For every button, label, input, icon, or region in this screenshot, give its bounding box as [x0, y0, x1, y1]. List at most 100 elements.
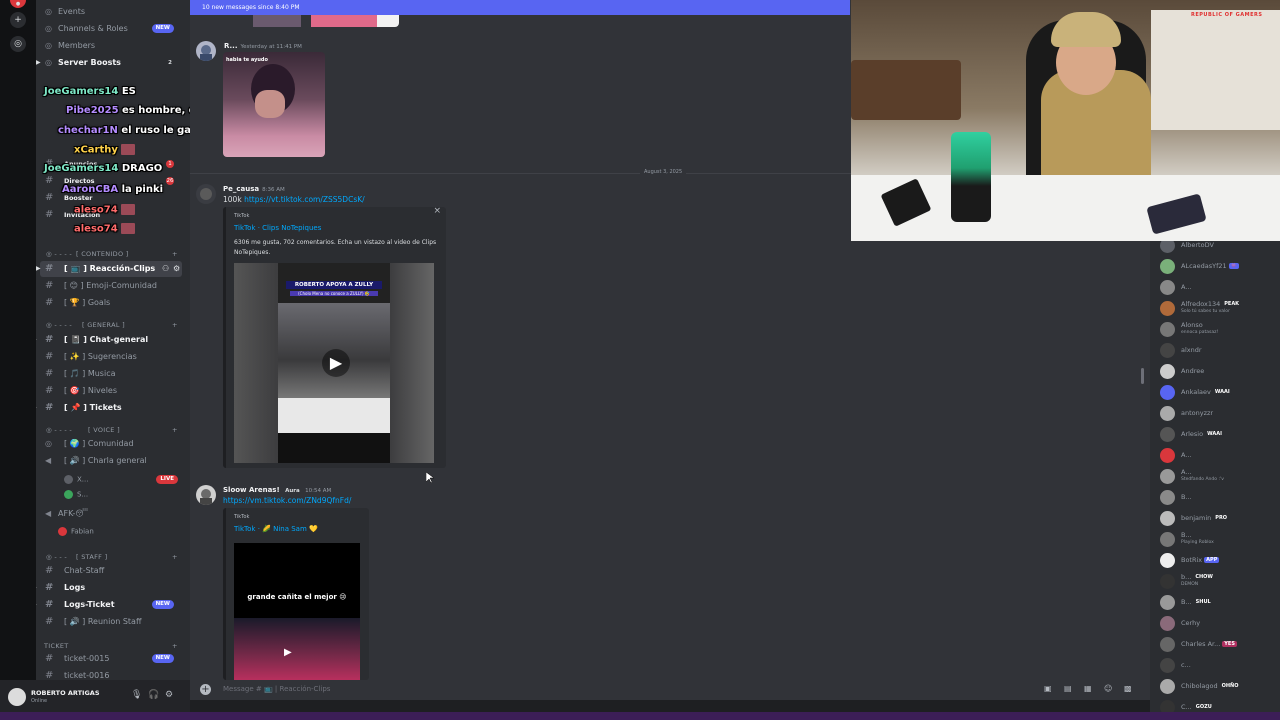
member-name: alxndr — [1181, 346, 1202, 354]
gif-icon[interactable]: ▤ — [1064, 684, 1072, 693]
member-item[interactable]: A... Stedfando Ando :'v — [1160, 466, 1280, 486]
overlay-chat-user: xCarthy — [74, 144, 118, 156]
author-avatar[interactable] — [196, 485, 216, 505]
message-link[interactable]: https://vm.tiktok.com/ZNd9QfnFd/ — [223, 496, 351, 505]
member-item[interactable]: Chibolagod OHÑO — [1160, 676, 1280, 696]
voice-user-afk[interactable]: Fabian — [58, 527, 94, 536]
scrollbar[interactable] — [1141, 368, 1144, 384]
member-item[interactable]: b... CHOW DEMON — [1160, 571, 1280, 591]
add-channel-icon[interactable]: + — [172, 321, 178, 329]
member-avatar — [1160, 448, 1175, 463]
member-item[interactable]: C... GOZU — [1160, 697, 1280, 712]
add-channel-icon[interactable]: + — [172, 642, 178, 650]
embed-title[interactable]: TikTok · Clips NoTepiques — [234, 224, 321, 232]
member-item[interactable]: BotRix APP — [1160, 550, 1280, 570]
channel-item[interactable]: #[ 🎯 ] Niveles — [36, 383, 186, 399]
channel-item[interactable]: # ticket-0015 NEW — [36, 651, 186, 667]
channel-item[interactable]: ▶ #[ 📺 ] Reacción-Clips ⚇ ⚙ — [36, 261, 182, 277]
message-link[interactable]: https://vt.tiktok.com/ZSS5DCsK/ — [244, 195, 365, 204]
member-item[interactable]: B... SHUL — [1160, 592, 1280, 612]
close-icon[interactable]: × — [433, 206, 441, 216]
sidebar-top-item[interactable]: ◎ Members — [36, 38, 186, 54]
avatar[interactable] — [8, 688, 26, 706]
member-item[interactable]: Charles Ar... YES — [1160, 634, 1280, 654]
member-item[interactable]: c... — [1160, 655, 1280, 675]
channel-afk[interactable]: ◀ AFK-😴 — [36, 506, 186, 522]
mic-icon[interactable]: 🎙 — [131, 690, 142, 700]
play-icon[interactable]: ▶ — [284, 647, 292, 658]
sticker-icon[interactable]: ▦ — [1084, 684, 1092, 693]
sidebar-top-item[interactable]: ▶ ◎ Server Boosts 2 — [36, 55, 186, 71]
member-item[interactable]: B... — [1160, 487, 1280, 507]
voice-user[interactable]: S... — [64, 490, 88, 499]
emoji-icon[interactable]: ☺ — [1104, 684, 1112, 693]
embed-title[interactable]: TikTok · 🌽 Nina Sam 💛 — [234, 525, 318, 533]
member-item[interactable]: benjamin PRO — [1160, 508, 1280, 528]
gift-icon[interactable]: ▣ — [1044, 684, 1052, 693]
message-input[interactable]: Message # 📺 | Reacción-Clips — [223, 685, 330, 693]
prev-image[interactable] — [253, 14, 301, 27]
add-attachment-icon[interactable]: + — [200, 684, 211, 695]
discover-icon[interactable]: ◎ — [10, 36, 26, 52]
gear-icon[interactable]: ⚙ — [173, 261, 180, 277]
add-channel-icon[interactable]: + — [172, 250, 178, 258]
channel-item[interactable]: # Chat-Staff — [36, 563, 186, 579]
overlay-chat-user: aleso74 — [74, 223, 118, 235]
sidebar-top-item[interactable]: ◎ Events — [36, 4, 186, 20]
prev-image[interactable] — [377, 14, 399, 27]
author-avatar[interactable] — [196, 41, 216, 61]
user-panel: ROBERTO ARTIGAS Online 🎙 🎧 ⚙ — [0, 680, 190, 712]
channel-item[interactable]: # ticket-0016 — [36, 668, 186, 680]
channel-item[interactable]: ▶#Logs-TicketNEW — [36, 597, 186, 613]
member-item[interactable]: Alonso ennoca patasaz! — [1160, 319, 1280, 339]
play-icon[interactable]: ▶ — [322, 349, 350, 377]
voice-user[interactable]: X... — [64, 475, 88, 484]
channel-item[interactable]: #[ 🏆 ] Goals — [36, 295, 186, 311]
member-item[interactable]: A... — [1160, 277, 1280, 297]
server-icon-top[interactable]: ● — [10, 0, 26, 8]
tiktok-embed: TikTok × TikTok · Clips NoTepiques 6306 … — [223, 206, 446, 468]
channel-item[interactable]: #[ 🔊 ] Reunion Staff — [36, 614, 186, 630]
member-item[interactable]: Andree — [1160, 361, 1280, 381]
add-channel-icon[interactable]: + — [172, 553, 178, 561]
member-item[interactable]: ALcaedasYf21 👾 — [1160, 256, 1280, 276]
member-item[interactable]: B... Playing Roblox — [1160, 529, 1280, 549]
channel-item[interactable]: #[ ✨ ] Sugerencias — [36, 349, 186, 365]
message-image[interactable]: habia te ayudo — [223, 52, 325, 157]
message-author[interactable]: Sloow Arenas! Aura 10:54 AM — [223, 486, 331, 494]
channel-item[interactable]: ▶#Logs — [36, 580, 186, 596]
member-item[interactable]: Cerhy — [1160, 613, 1280, 633]
channel-item[interactable]: ▶#[ 📓 ] Chat-general — [36, 332, 186, 348]
member-item[interactable]: Ankalaev WAAI — [1160, 382, 1280, 402]
headphones-icon[interactable]: 🎧 — [148, 690, 159, 700]
member-avatar — [1160, 700, 1175, 712]
channel-item[interactable]: #[ 🎵 ] Musica — [36, 366, 186, 382]
channel-item[interactable]: ▶#[ 📌 ] Tickets — [36, 400, 186, 416]
apps-icon[interactable]: ▩ — [1124, 684, 1132, 693]
member-tag: OHÑO — [1219, 683, 1241, 689]
sidebar-top-item[interactable]: ◎ Channels & Roles NEW — [36, 21, 186, 37]
video-thumbnail[interactable]: ROBERTO APOYA A ZULLY (Cholo Mena no con… — [234, 263, 434, 463]
member-item[interactable]: AlbertoDV — [1160, 241, 1280, 255]
voice-channel[interactable]: ◀[ 🔊 ] Charla general — [36, 453, 186, 469]
member-avatar — [1160, 364, 1175, 379]
member-name: Andree — [1181, 367, 1205, 375]
channel-item[interactable]: #[ 😊 ] Emoji-Comunidad — [36, 278, 186, 294]
new-messages-bar[interactable]: 10 new messages since 8:40 PM — [190, 0, 850, 15]
member-item[interactable]: alxndr — [1160, 340, 1280, 360]
overlay-chat-line: JoeGamers14 ES — [44, 86, 136, 97]
add-member-icon[interactable]: ⚇ — [162, 261, 169, 277]
member-item[interactable]: Alfredox134 PEAK Solo tú sabes tu valor — [1160, 298, 1280, 318]
add-channel-icon[interactable]: + — [172, 426, 178, 434]
message-author[interactable]: Pe_causa 8:36 AM — [223, 185, 285, 193]
prev-image[interactable] — [311, 14, 377, 27]
gear-icon[interactable]: ⚙ — [165, 690, 173, 700]
member-item[interactable]: Arlesio WAAI — [1160, 424, 1280, 444]
voice-channel[interactable]: ◎[ 🌍 ] Comunidad — [36, 436, 186, 452]
video-thumbnail[interactable]: grande cañita el mejor 😢 ▶ — [234, 543, 360, 680]
add-server-icon[interactable]: + — [10, 12, 26, 28]
author-avatar[interactable] — [196, 184, 216, 204]
member-item[interactable]: A... — [1160, 445, 1280, 465]
member-item[interactable]: antonyzzr — [1160, 403, 1280, 423]
message-author[interactable]: R... Yesterday at 11:41 PM — [224, 42, 302, 50]
